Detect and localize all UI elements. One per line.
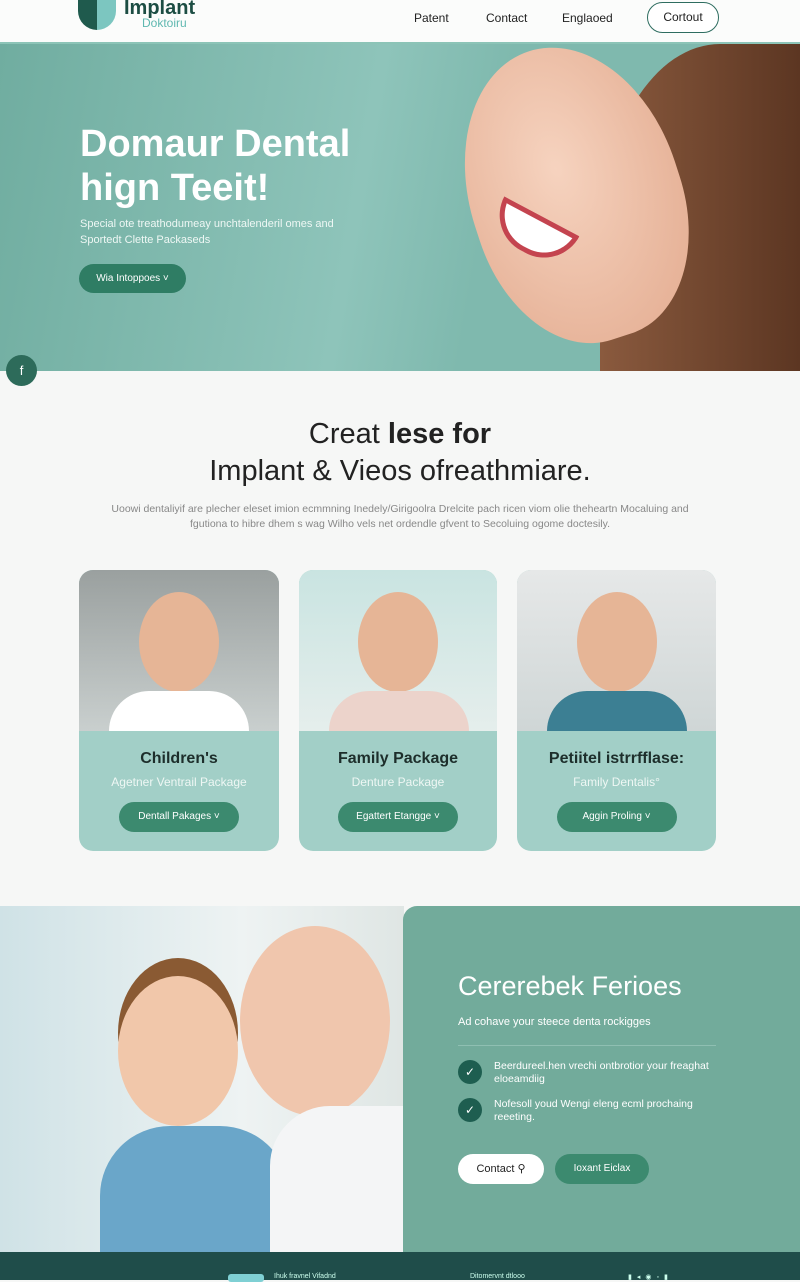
card-subtitle: Family Dentalis° xyxy=(573,775,660,789)
footer-logo xyxy=(228,1274,264,1282)
site-header: Implant Doktoiru Patent Contact Englaoed… xyxy=(0,0,800,44)
promo-panel: Cererebek Ferioes Ad cohave your steece … xyxy=(403,906,800,1252)
card-button[interactable]: Aggin Proling ˅ xyxy=(556,802,677,832)
logo-icon[interactable] xyxy=(78,0,116,30)
package-card: Family Package Denture Package Egattert … xyxy=(299,570,497,851)
package-card: Petiitel istrrfflase: Family Dentalis° A… xyxy=(517,570,716,851)
card-button[interactable]: Dentall Pakages ˅ xyxy=(119,802,239,832)
logo-subtitle: Doktoiru xyxy=(142,16,187,30)
section-intro: Uoowi dentaliyif are plecher eleset imio… xyxy=(111,503,689,530)
hero-title: Domaur Dental hign Teeit! xyxy=(80,123,351,209)
contact-button[interactable]: Contact ⚲ xyxy=(458,1154,544,1184)
promo-subtitle: Ad cohave your steece denta rockigges xyxy=(458,1016,651,1028)
card-photo xyxy=(79,570,279,731)
card-title: Children's xyxy=(140,750,218,767)
search-icon: ⚲ xyxy=(517,1163,526,1175)
card-photo xyxy=(299,570,497,731)
footer-brand: Ihuk fravnel Vifadnd xyxy=(274,1273,336,1280)
feature-item: ✓ Beerdureel.hen vrechi ontbrotior your … xyxy=(458,1060,718,1086)
promo-title: Cererebek Ferioes xyxy=(458,971,682,1001)
card-subtitle: Agetner Ventrail Package xyxy=(111,775,247,789)
check-icon: ✓ xyxy=(458,1098,482,1122)
hero-banner: Domaur Dental hign Teeit! Special ote tre… xyxy=(0,18,800,371)
facebook-icon[interactable]: f xyxy=(6,355,37,386)
footer-link[interactable]: Ditomervnt dtlooo xyxy=(470,1273,525,1280)
section-heading: Creat lese for Implant & Vieos ofreathmi… xyxy=(209,418,591,487)
card-photo xyxy=(517,570,716,731)
card-button[interactable]: Egattert Etangge ˅ xyxy=(338,802,458,832)
hero-button[interactable]: Wia Intoppoes ˅ xyxy=(79,264,186,293)
nav-contact[interactable]: Contact xyxy=(486,11,527,25)
check-icon: ✓ xyxy=(458,1060,482,1084)
card-title: Petiitel istrrfflase: xyxy=(548,750,685,767)
header-cta-button[interactable]: Cortout xyxy=(647,2,719,33)
nav-englaoed[interactable]: Englaoed xyxy=(562,11,613,25)
secondary-button[interactable]: Ioxant Eiclax xyxy=(555,1154,649,1184)
family-photo xyxy=(0,906,404,1252)
feature-item: ✓ Nofesoll youd Wengi eleng ecml prochai… xyxy=(458,1098,718,1124)
nav-patent[interactable]: Patent xyxy=(414,11,449,25)
hero-subtitle: Special ote treathodumeay unchtalenderil… xyxy=(80,218,334,246)
card-subtitle: Denture Package xyxy=(351,775,445,789)
package-card: Children's Agetner Ventrail Package Dent… xyxy=(79,570,279,851)
card-title: Family Package xyxy=(337,750,459,767)
site-footer: Ihuk fravnel Vifadnd Ditomervnt dtlooo ▮… xyxy=(0,1252,800,1282)
divider xyxy=(458,1045,716,1046)
